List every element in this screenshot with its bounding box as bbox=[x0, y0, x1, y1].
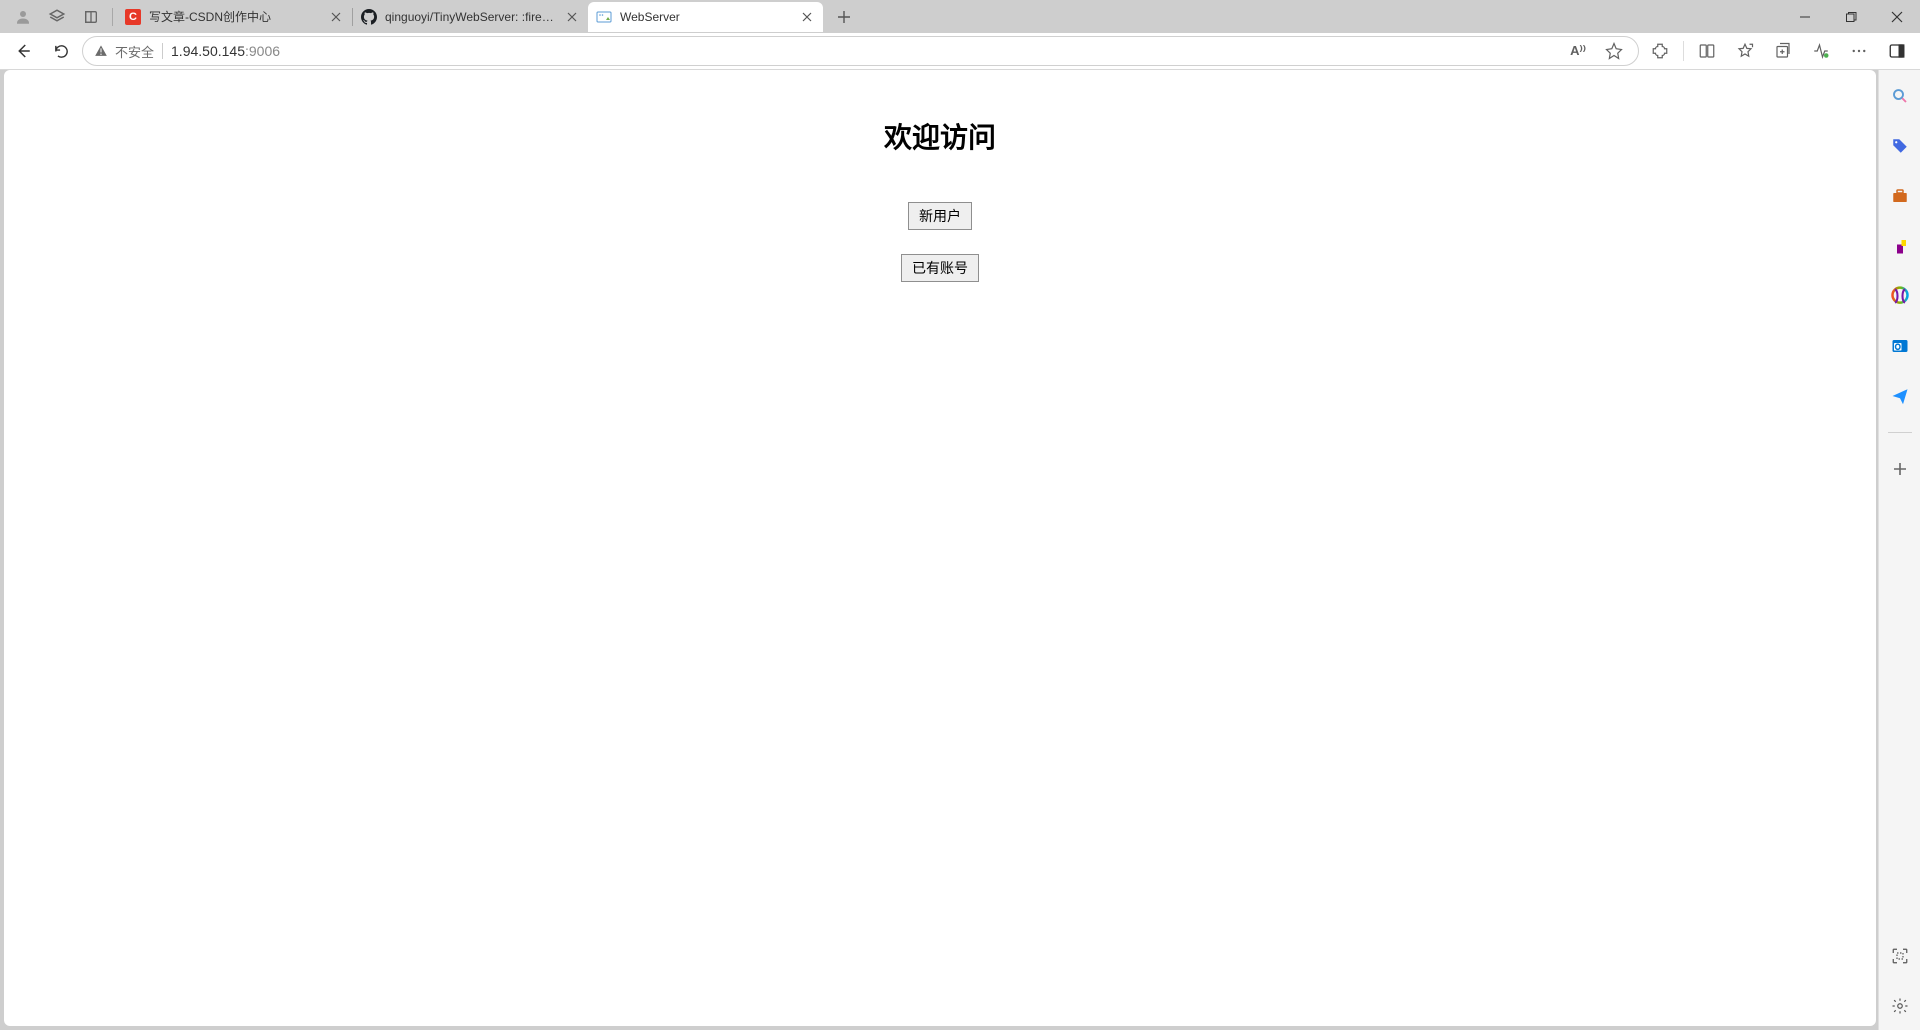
separator bbox=[112, 8, 113, 26]
games-icon[interactable] bbox=[1884, 230, 1916, 262]
new-tab-button[interactable] bbox=[829, 2, 859, 32]
close-window-button[interactable] bbox=[1874, 0, 1920, 33]
outlook-icon[interactable] bbox=[1884, 330, 1916, 362]
tab-title: 写文章-CSDN创作中心 bbox=[149, 8, 320, 25]
window-controls bbox=[1782, 0, 1920, 33]
tab-github[interactable]: qinguoyi/TinyWebServer: :fire: Lin bbox=[353, 2, 588, 32]
search-icon[interactable] bbox=[1884, 80, 1916, 112]
workspaces-icon[interactable] bbox=[40, 0, 74, 33]
send-icon[interactable] bbox=[1884, 380, 1916, 412]
url-text: 1.94.50.145:9006 bbox=[171, 43, 1556, 59]
read-aloud-icon[interactable]: A⁾⁾ bbox=[1564, 43, 1592, 59]
add-sidebar-icon[interactable] bbox=[1884, 453, 1916, 485]
performance-icon[interactable] bbox=[1804, 36, 1838, 66]
profile-icon[interactable] bbox=[6, 0, 40, 33]
refresh-button[interactable] bbox=[44, 36, 78, 66]
sidebar bbox=[1878, 70, 1920, 1030]
titlebar: C 写文章-CSDN创作中心 qinguoyi/TinyWebServer: :… bbox=[0, 0, 1920, 33]
existing-account-button[interactable]: 已有账号 bbox=[901, 254, 979, 282]
warning-icon bbox=[93, 43, 109, 59]
close-icon[interactable] bbox=[799, 9, 815, 25]
collections-icon[interactable] bbox=[1766, 36, 1800, 66]
webserver-favicon-icon bbox=[596, 9, 612, 25]
minimize-button[interactable] bbox=[1782, 0, 1828, 33]
page-content: 欢迎访问 新用户 已有账号 bbox=[4, 70, 1876, 282]
sidebar-toggle-icon[interactable] bbox=[1880, 36, 1914, 66]
tab-actions-icon[interactable] bbox=[74, 0, 108, 33]
office-icon[interactable] bbox=[1884, 280, 1916, 312]
shopping-tag-icon[interactable] bbox=[1884, 130, 1916, 162]
screenshot-icon[interactable] bbox=[1884, 940, 1916, 972]
tab-webserver[interactable]: WebServer bbox=[588, 2, 823, 32]
split-screen-icon[interactable] bbox=[1690, 36, 1724, 66]
extensions-icon[interactable] bbox=[1643, 36, 1677, 66]
maximize-button[interactable] bbox=[1828, 0, 1874, 33]
back-button[interactable] bbox=[6, 36, 40, 66]
tab-title: qinguoyi/TinyWebServer: :fire: Lin bbox=[385, 10, 556, 24]
address-bar[interactable]: 不安全 1.94.50.145:9006 A⁾⁾ bbox=[82, 36, 1639, 66]
more-icon[interactable] bbox=[1842, 36, 1876, 66]
separator bbox=[1683, 41, 1684, 61]
toolbox-icon[interactable] bbox=[1884, 180, 1916, 212]
settings-icon[interactable] bbox=[1884, 990, 1916, 1022]
security-text: 不安全 bbox=[115, 42, 154, 61]
close-icon[interactable] bbox=[564, 9, 580, 25]
tab-title: WebServer bbox=[620, 10, 791, 24]
tab-csdn[interactable]: C 写文章-CSDN创作中心 bbox=[117, 2, 352, 32]
close-icon[interactable] bbox=[328, 9, 344, 25]
favorite-icon[interactable] bbox=[1600, 42, 1628, 60]
security-indicator[interactable]: 不安全 bbox=[93, 42, 154, 61]
separator bbox=[1888, 432, 1912, 433]
toolbar: 不安全 1.94.50.145:9006 A⁾⁾ bbox=[0, 33, 1920, 70]
page-viewport: 欢迎访问 新用户 已有账号 bbox=[4, 70, 1876, 1026]
csdn-favicon-icon: C bbox=[125, 9, 141, 25]
new-user-button[interactable]: 新用户 bbox=[908, 202, 972, 230]
favorites-icon[interactable] bbox=[1728, 36, 1762, 66]
github-favicon-icon bbox=[361, 9, 377, 25]
separator bbox=[162, 43, 163, 59]
page-heading: 欢迎访问 bbox=[4, 116, 1876, 156]
